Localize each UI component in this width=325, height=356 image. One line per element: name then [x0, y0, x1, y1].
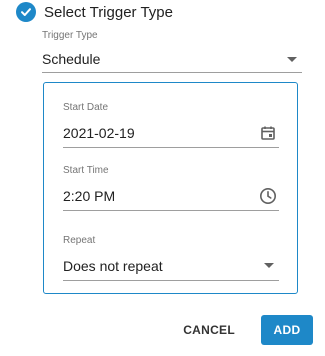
- start-date-label: Start Date: [63, 102, 109, 113]
- dropdown-arrow-icon[interactable]: [287, 56, 297, 62]
- cancel-button[interactable]: CANCEL: [177, 317, 241, 343]
- start-time-input[interactable]: 2:20 PM: [63, 183, 279, 211]
- start-date-input[interactable]: 2021-02-19: [63, 120, 279, 148]
- start-date-field[interactable]: Start Date 2021-02-19: [63, 102, 279, 148]
- add-button[interactable]: ADD: [261, 315, 313, 345]
- repeat-field[interactable]: Repeat Does not repeat: [63, 235, 279, 281]
- trigger-type-label: Trigger Type: [42, 30, 98, 41]
- start-date-value: 2021-02-19: [63, 124, 135, 141]
- start-time-label: Start Time: [63, 165, 109, 176]
- repeat-label: Repeat: [63, 235, 96, 246]
- calendar-icon[interactable]: [258, 123, 278, 143]
- repeat-dropdown[interactable]: Does not repeat: [63, 253, 279, 281]
- dialog-header: Select Trigger Type: [16, 2, 173, 22]
- schedule-panel: Start Date 2021-02-19 Start Time 2:20 PM: [43, 82, 298, 294]
- repeat-value: Does not repeat: [63, 257, 163, 274]
- dialog-actions: CANCEL ADD: [177, 315, 313, 345]
- trigger-dialog: Select Trigger Type Trigger Type Schedul…: [0, 0, 325, 356]
- trigger-type-select[interactable]: Trigger Type Schedule: [42, 30, 302, 73]
- start-time-value: 2:20 PM: [63, 187, 116, 204]
- check-circle-icon: [16, 2, 36, 22]
- trigger-type-dropdown[interactable]: Schedule: [42, 46, 302, 73]
- trigger-type-value: Schedule: [42, 51, 101, 67]
- dialog-title: Select Trigger Type: [44, 3, 173, 21]
- clock-icon[interactable]: [258, 186, 278, 206]
- dropdown-arrow-icon[interactable]: [264, 263, 274, 268]
- start-time-field[interactable]: Start Time 2:20 PM: [63, 165, 279, 211]
